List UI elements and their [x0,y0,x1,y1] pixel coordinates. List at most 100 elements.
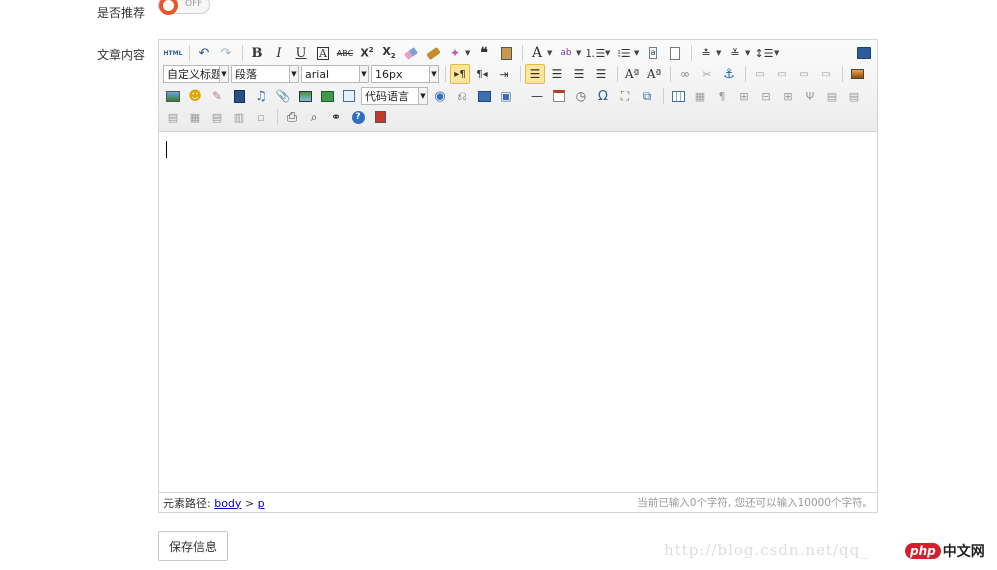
blockquote-button[interactable]: ❝ [474,43,494,63]
line-height-button[interactable]: ↕☰ [754,43,774,63]
fullscreen-icon[interactable] [857,47,871,59]
row-spacing-bottom-button[interactable]: ≚ [725,43,745,63]
html-source-button[interactable]: HTML [163,43,183,63]
subscript-button[interactable]: X2 [379,43,399,63]
insert-image-button[interactable] [163,86,183,106]
align-justify-button[interactable]: ☰ [591,64,611,84]
save-button[interactable]: 保存信息 [158,531,228,561]
attachment-button[interactable]: 📎 [273,86,293,106]
gallery-icon [298,90,312,102]
lowercase-button[interactable]: Aª [644,64,664,84]
merge-down-button[interactable]: ▤ [163,107,183,127]
insert-col-button[interactable]: ⊞ [778,86,798,106]
align-left-button[interactable]: ☰ [525,64,545,84]
unlink-button[interactable]: ✂ [697,64,717,84]
chevron-down-icon[interactable]: ▼ [634,49,640,57]
image-none-button[interactable]: ▭ [750,64,770,84]
merge-cells-button[interactable]: ▤ [822,86,842,106]
scrawl-button[interactable]: ✎ [207,86,227,106]
delete-col-button[interactable]: Ψ [800,86,820,106]
editor-content-area[interactable] [159,133,877,492]
emotion-button[interactable]: ☻ [185,86,205,106]
uppercase-button[interactable]: Aª [622,64,642,84]
recommend-toggle[interactable]: OFF [158,0,210,15]
undo-button[interactable]: ↶ [194,43,214,63]
chevron-down-icon[interactable]: ▼ [774,49,780,57]
insert-row-button[interactable]: ⊞ [734,86,754,106]
format-painter-button[interactable] [423,43,443,63]
insert-paragraph-before-table-button[interactable]: ¶ [712,86,732,106]
simple-upload-button[interactable] [847,64,867,84]
delete-table-button[interactable]: ▦ [690,86,710,106]
music-button[interactable]: ♫ [251,86,271,106]
font-family-select[interactable]: arial ▼ [301,65,369,83]
element-path: 元素路径: body > p [163,495,265,511]
ltr-direction-button[interactable]: ▸¶ [450,64,470,84]
bold-button[interactable]: B [247,43,267,63]
snapscreen-button[interactable]: ⛶ [615,86,635,106]
multi-image-button[interactable] [295,86,315,106]
unordered-list-button[interactable]: ⁝☰ [614,43,634,63]
redo-button[interactable]: ↷ [216,43,236,63]
image-right-button[interactable]: ▭ [794,64,814,84]
special-chars-button[interactable]: Ω [593,86,613,106]
wordimage-button[interactable]: ▣ [496,86,516,106]
font-color-button[interactable]: A [527,43,547,63]
clear-doc-button[interactable] [665,43,685,63]
font-border-button[interactable]: A [313,43,333,63]
insert-video-button[interactable] [229,86,249,106]
chart-button[interactable]: ▫ [251,107,271,127]
insert-date-button[interactable] [549,86,569,106]
align-right-button[interactable]: ☰ [569,64,589,84]
font-size-select[interactable]: 16px ▼ [371,65,439,83]
split-cells-button[interactable]: ▦ [185,107,205,127]
auto-format-button[interactable]: ✦ [445,43,465,63]
chevron-down-icon[interactable]: ▼ [576,49,582,57]
custom-title-select[interactable]: 自定义标题 ▼ [163,65,229,83]
drafts-button[interactable] [370,107,390,127]
page-break-button[interactable]: ⎌ [452,86,472,106]
chevron-down-icon[interactable]: ▼ [716,49,722,57]
insert-time-button[interactable]: ◷ [571,86,591,106]
italic-button[interactable]: I [269,43,289,63]
image-center-button[interactable]: ▭ [816,64,836,84]
superscript-button[interactable]: X2 [357,43,377,63]
ordered-list-button[interactable]: ⒈☰ [585,43,606,63]
back-color-button[interactable]: ab [556,43,576,63]
split-rows-button[interactable]: ▤ [207,107,227,127]
help-button[interactable]: ? [348,107,368,127]
insert-table-button[interactable] [668,86,688,106]
element-path-body-link[interactable]: body [214,497,241,510]
indent-button[interactable]: ⇥ [494,64,514,84]
preview-button[interactable]: ⌕ [304,107,324,127]
image-left-button[interactable]: ▭ [772,64,792,84]
background-button[interactable] [474,86,494,106]
delete-row-button[interactable]: ⊟ [756,86,776,106]
element-path-p-link[interactable]: p [258,497,265,510]
anchor-button[interactable]: ⚓ [719,64,739,84]
chevron-down-icon[interactable]: ▼ [465,49,471,57]
merge-right-button[interactable]: ▤ [844,86,864,106]
split-cols-button[interactable]: ▥ [229,107,249,127]
map-button[interactable] [317,86,337,106]
wordimage-upload-button[interactable]: ⧉ [637,86,657,106]
print-button[interactable]: ⎙ [282,107,302,127]
paste-plain-button[interactable] [496,43,516,63]
align-center-button[interactable]: ☰ [547,64,567,84]
paragraph-select[interactable]: 段落 ▼ [231,65,299,83]
row-spacing-top-button[interactable]: ≛ [696,43,716,63]
underline-button[interactable]: U [291,43,311,63]
search-replace-button[interactable]: ⚭ [326,107,346,127]
select-all-button[interactable]: a [643,43,663,63]
remove-format-button[interactable] [401,43,421,63]
iframe-button[interactable] [339,86,359,106]
chevron-down-icon[interactable]: ▼ [605,49,611,57]
chevron-down-icon[interactable]: ▼ [547,49,553,57]
strikethrough-button[interactable]: ABC [335,43,355,63]
link-button[interactable]: ∞ [675,64,695,84]
horizontal-rule-button[interactable]: — [527,86,547,106]
template-button[interactable]: ◉ [430,86,450,106]
chevron-down-icon[interactable]: ▼ [745,49,751,57]
rtl-direction-button[interactable]: ¶◂ [472,64,492,84]
code-language-select[interactable]: 代码语言 ▼ [361,87,428,105]
